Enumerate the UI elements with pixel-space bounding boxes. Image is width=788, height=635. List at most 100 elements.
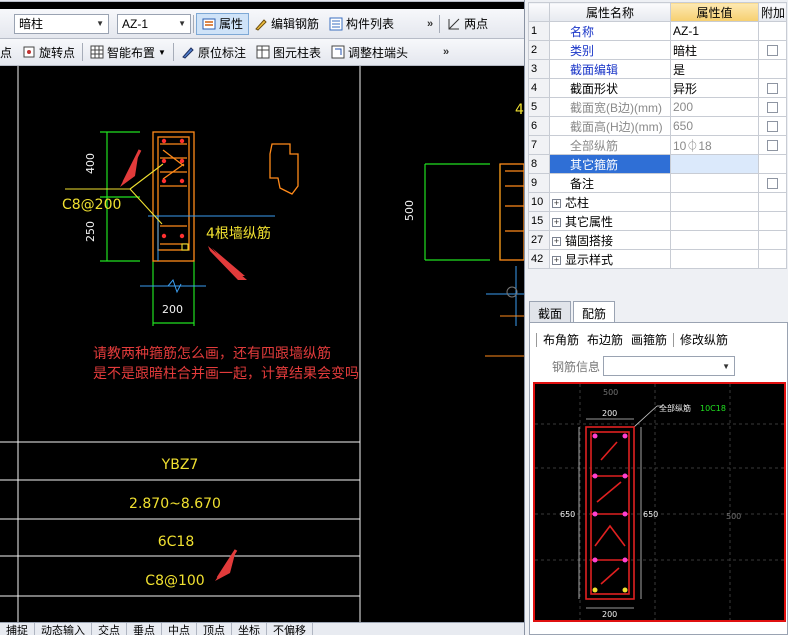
attr-button[interactable]: 属性	[196, 12, 250, 35]
property-value[interactable]: 10⏀18	[670, 135, 759, 155]
modify-long-rebar-button[interactable]: 修改纵筋	[678, 331, 730, 348]
property-name[interactable]: 备注	[549, 173, 671, 193]
property-name[interactable]: 截面形状	[549, 78, 671, 98]
property-value[interactable]	[670, 154, 759, 174]
property-name[interactable]: + 锚固搭接	[549, 230, 671, 250]
edit-rebar-button[interactable]: 编辑钢筋	[249, 13, 324, 35]
property-row[interactable]: 15 + 其它属性	[528, 211, 787, 231]
property-name-text: 芯柱	[565, 195, 590, 210]
smart-layout-label: 智能布置	[107, 45, 156, 60]
status-perpendicular[interactable]: 垂点	[127, 623, 162, 635]
property-row-number: 15	[528, 211, 550, 231]
point-button[interactable]: 点	[0, 41, 17, 63]
property-row[interactable]: 7 全部纵筋 10⏀18	[528, 135, 787, 155]
extra-checkbox[interactable]	[767, 178, 778, 190]
property-name-text: 截面形状	[570, 81, 619, 96]
property-name[interactable]: 全部纵筋	[549, 135, 671, 155]
edge-rebar-button[interactable]: 布边筋	[585, 331, 625, 348]
extra-checkbox[interactable]	[767, 83, 778, 95]
divider	[439, 14, 441, 33]
all-long-label: 全部纵筋	[659, 403, 691, 413]
column-table-button[interactable]: 图元柱表	[251, 41, 326, 63]
header-extra: 附加	[758, 2, 787, 22]
component-list-button[interactable]: 构件列表	[324, 13, 399, 35]
status-vertex[interactable]: 顶点	[197, 623, 232, 635]
property-row-number: 4	[528, 78, 550, 98]
extra-checkbox[interactable]	[767, 102, 778, 114]
status-midpoint[interactable]: 中点	[162, 623, 197, 635]
property-row[interactable]: 3 截面编辑 是	[528, 59, 787, 79]
property-value[interactable]	[670, 211, 759, 231]
property-value[interactable]: 暗柱	[670, 40, 759, 60]
dim-right: 650	[643, 510, 658, 519]
property-value[interactable]	[670, 192, 759, 212]
property-value[interactable]: 200	[670, 97, 759, 117]
status-intersection[interactable]: 交点	[92, 623, 127, 635]
property-value[interactable]: AZ-1	[670, 21, 759, 41]
property-value[interactable]: 650	[670, 116, 759, 136]
property-row[interactable]: 42 + 显示样式	[528, 249, 787, 269]
property-extra	[758, 21, 787, 41]
expand-plus-icon[interactable]: +	[552, 217, 561, 227]
property-row[interactable]: 1 名称 AZ-1	[528, 21, 787, 41]
status-no-offset[interactable]: 不偏移	[267, 623, 313, 635]
preview-grid	[535, 384, 784, 620]
property-row[interactable]: 9 备注	[528, 173, 787, 193]
header-number	[528, 2, 550, 22]
property-name[interactable]: + 芯柱	[549, 192, 671, 212]
section-preview[interactable]: 500 500 200 200 650 650 全部纵筋 10C18	[533, 382, 786, 622]
component-name-select[interactable]: AZ-1 ▼	[117, 13, 191, 34]
table-icon	[256, 45, 270, 59]
expand-plus-icon[interactable]: +	[552, 198, 561, 208]
property-name[interactable]: 截面宽(B边)(mm)	[549, 97, 671, 117]
extra-checkbox[interactable]	[767, 140, 778, 152]
status-dynamic-input[interactable]: 动态输入	[35, 623, 92, 635]
property-row[interactable]: 5 截面宽(B边)(mm) 200	[528, 97, 787, 117]
property-name[interactable]: 其它箍筋	[549, 154, 671, 174]
property-name[interactable]: 截面高(H边)(mm)	[549, 116, 671, 136]
property-value[interactable]: 是	[670, 59, 759, 79]
property-value[interactable]	[670, 230, 759, 250]
property-row-number: 10	[528, 192, 550, 212]
tab-rebar[interactable]: 配筋	[573, 301, 616, 323]
extra-checkbox[interactable]	[767, 45, 778, 57]
property-row[interactable]: 4 截面形状 异形	[528, 78, 787, 98]
property-row[interactable]: 27 + 锚固搭接	[528, 230, 787, 250]
smart-layout-button[interactable]: 智能布置 ▼	[85, 41, 171, 63]
property-value[interactable]: 异形	[670, 78, 759, 98]
rebar-info-row: 钢筋信息 ▼	[552, 356, 736, 376]
wall-lines	[140, 215, 524, 326]
draw-stirrup-button[interactable]: 画箍筋	[629, 331, 669, 348]
extra-checkbox[interactable]	[767, 121, 778, 133]
rotate-point-button[interactable]: 旋转点	[17, 41, 80, 63]
chevron-down-icon: ▼	[722, 361, 731, 371]
rebar-info-select[interactable]: ▼	[603, 356, 736, 376]
component-type-select[interactable]: 暗柱 ▼	[14, 13, 109, 34]
tab-section[interactable]: 截面	[529, 301, 572, 322]
toolbar-overflow-button[interactable]: »	[439, 46, 453, 58]
property-row[interactable]: 8 其它箍筋	[528, 154, 787, 174]
two-points-button[interactable]: 两点	[442, 13, 493, 35]
property-name-text: 截面宽(B边)(mm)	[570, 100, 662, 115]
expand-plus-icon[interactable]: +	[552, 255, 561, 265]
corner-rebar-button[interactable]: 布角筋	[541, 331, 581, 348]
property-name[interactable]: 类别	[549, 40, 671, 60]
property-name[interactable]: 截面编辑	[549, 59, 671, 79]
expand-plus-icon[interactable]: +	[552, 236, 561, 246]
status-coordinate[interactable]: 坐标	[232, 623, 267, 635]
property-value[interactable]	[670, 249, 759, 269]
original-mark-button[interactable]: 原位标注	[176, 41, 251, 63]
property-value[interactable]	[670, 173, 759, 193]
toolbar-overflow-button[interactable]: »	[423, 18, 437, 30]
chevron-down-icon: ▼	[178, 19, 186, 28]
adjust-column-end-button[interactable]: 调整柱端头	[326, 41, 413, 63]
property-name-text: 截面高(H边)(mm)	[570, 119, 663, 134]
property-name[interactable]: + 显示样式	[549, 249, 671, 269]
property-row[interactable]: 2 类别 暗柱	[528, 40, 787, 60]
status-snap[interactable]: 捕捉	[0, 623, 35, 635]
property-name[interactable]: 名称	[549, 21, 671, 41]
drawing-canvas[interactable]: 400 250 200 500 C8@200 4根墙纵筋 4 请教两种箍筋怎么画…	[0, 66, 524, 622]
property-row[interactable]: 6 截面高(H边)(mm) 650	[528, 116, 787, 136]
property-name[interactable]: + 其它属性	[549, 211, 671, 231]
property-row[interactable]: 10 + 芯柱	[528, 192, 787, 212]
